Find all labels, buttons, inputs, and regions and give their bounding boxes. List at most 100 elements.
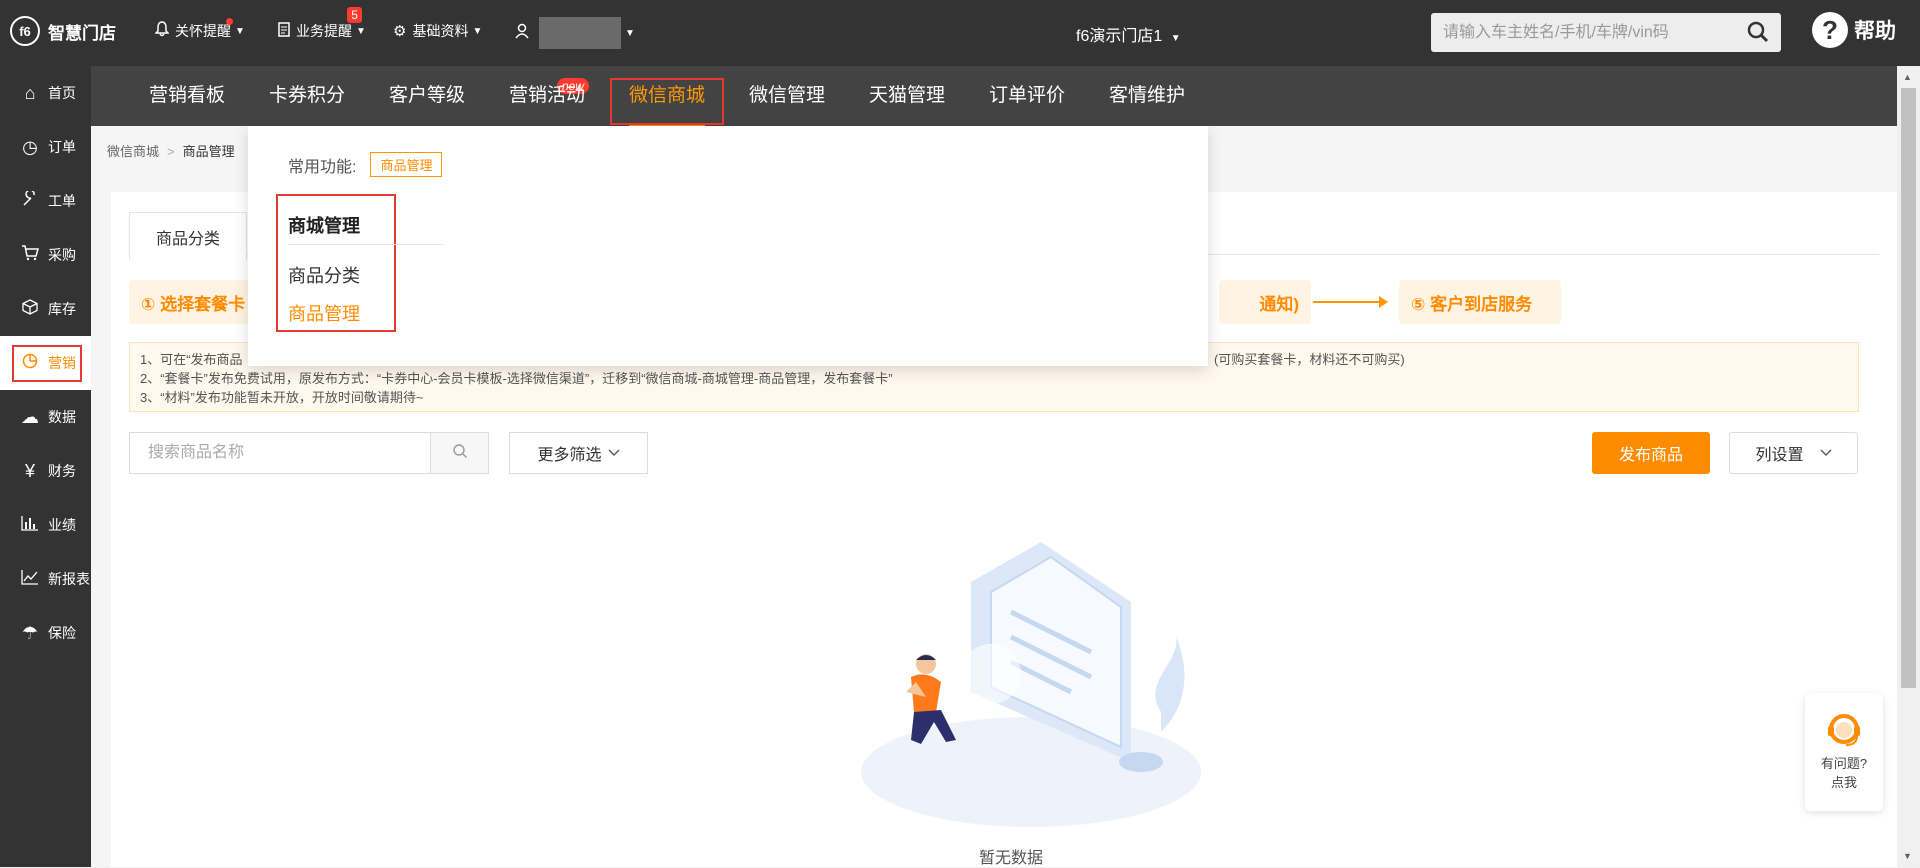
toolbar: 更多筛选 发布商品 列设置 (129, 432, 1879, 474)
common-tag-product-management[interactable]: 商品管理 (370, 152, 443, 177)
wechat-mall-dropdown: 常用功能: 商品管理 商城管理 商品分类 商品管理 (248, 126, 1208, 366)
chevron-down-icon (608, 444, 620, 462)
store-name: f6演示门店1 (1076, 28, 1163, 45)
sidebar-item-purchase[interactable]: 采购 (0, 228, 91, 282)
sidebar-item-workorders[interactable]: 工单 (0, 174, 91, 228)
empty-state-illustration (841, 542, 1221, 837)
sidebar-item-performance[interactable]: 业绩 (0, 498, 91, 552)
more-filter-button[interactable]: 更多筛选 (509, 432, 648, 474)
search-button[interactable] (430, 433, 488, 473)
flow-step-4-tail: 通知) (1219, 280, 1311, 324)
column-settings-label: 列设置 (1755, 447, 1804, 464)
yen-icon: ¥ (24, 460, 35, 481)
care-reminder-label: 关怀提醒 (175, 23, 231, 39)
breadcrumb-current: 商品管理 (182, 144, 235, 159)
sidebar-item-marketing[interactable]: 营销 (0, 336, 91, 390)
sidebar-item-orders[interactable]: ◷ 订单 (0, 120, 91, 174)
document-icon (278, 21, 290, 41)
tab-marketing-activities[interactable]: 营销活动 (509, 66, 585, 126)
help-button[interactable]: ? 帮助 (1812, 12, 1896, 48)
wrench-icon (18, 188, 42, 212)
search-icon[interactable] (1747, 21, 1769, 48)
scroll-down-icon[interactable]: ▼ (1903, 851, 1912, 861)
chevron-down-icon (1820, 444, 1832, 462)
tab-tmall-management[interactable]: 天猫管理 (869, 66, 945, 126)
sidebar-item-label: 库存 (48, 301, 76, 317)
tab-order-reviews[interactable]: 订单评价 (989, 66, 1065, 126)
pie-chart-icon (18, 353, 42, 374)
business-reminder-menu[interactable]: 业务提醒 5 ▼ (278, 7, 366, 41)
sidebar-item-label: 数据 (48, 409, 76, 425)
breadcrumb: 微信商城 > 商品管理 (107, 141, 235, 160)
scroll-up-icon[interactable]: ▲ (1903, 72, 1912, 82)
user-icon (515, 23, 529, 43)
floating-help-line-1: 有问题? (1820, 756, 1868, 771)
sidebar-item-finance[interactable]: ¥ 财务 (0, 444, 91, 498)
tab-wechat-management[interactable]: 微信管理 (749, 66, 825, 126)
flow-step-1: ① 选择套餐卡 (129, 280, 259, 324)
flow-step-5: ⑤ 客户到店服务 (1399, 280, 1561, 324)
sidebar: ⌂ 首页 ◷ 订单 工单 采购 库存 营销 ☁ 数据 ¥ 财务 业绩 新报表 ☂… (0, 66, 91, 867)
chevron-down-icon: ▼ (1170, 33, 1181, 44)
scrollbar[interactable]: ▲ ▼ (1897, 66, 1920, 867)
tab-customer-level[interactable]: 客户等级 (389, 66, 465, 126)
product-search (129, 432, 489, 474)
store-selector[interactable]: f6演示门店1 ▼ (1076, 22, 1181, 46)
global-search-input[interactable] (1431, 13, 1745, 52)
basic-data-label: 基础资料 (412, 23, 469, 39)
care-reminder-menu[interactable]: 关怀提醒 ▼ (154, 18, 245, 41)
tab-customer-relations[interactable]: 客情维护 (1109, 66, 1185, 126)
sidebar-item-label: 工单 (48, 193, 76, 209)
home-icon: ⌂ (24, 82, 36, 103)
logo[interactable]: f6 智慧门店 (10, 16, 116, 46)
tab-marketing-board[interactable]: 营销看板 (149, 66, 225, 126)
sidebar-item-label: 业绩 (48, 517, 76, 533)
search-icon (452, 443, 468, 464)
sidebar-item-label: 财务 (48, 463, 76, 479)
scroll-thumb[interactable] (1901, 88, 1916, 688)
column-settings-button[interactable]: 列设置 (1729, 432, 1858, 474)
breadcrumb-root[interactable]: 微信商城 (107, 144, 159, 159)
help-label: 帮助 (1854, 20, 1896, 43)
cart-icon (18, 244, 42, 266)
divider (288, 244, 444, 245)
line-chart-icon (18, 569, 42, 590)
sidebar-item-label: 保险 (48, 625, 76, 641)
sidebar-item-insurance[interactable]: ☂ 保险 (0, 606, 91, 660)
global-search (1431, 13, 1781, 52)
chevron-right-icon: > (167, 144, 175, 159)
sidebar-item-label: 营销 (48, 355, 76, 371)
logo-text: 智慧门店 (48, 23, 116, 43)
highlight-box (610, 78, 724, 125)
gear-icon: ⚙ (393, 23, 407, 40)
tab-product-category[interactable]: 商品分类 (129, 212, 247, 260)
notice-line-2: 2、“套餐卡”发布免费试用，原发布方式：“卡券中心-会员卡模板-选择微信渠道”，… (140, 371, 893, 386)
cloud-icon: ☁ (21, 406, 39, 427)
chevron-down-icon: ▼ (235, 25, 245, 37)
sidebar-item-data[interactable]: ☁ 数据 (0, 390, 91, 444)
publish-product-button[interactable]: 发布商品 (1592, 432, 1710, 474)
basic-data-menu[interactable]: ⚙ 基础资料 ▼ (393, 21, 482, 41)
common-functions-label: 常用功能: (288, 158, 357, 176)
user-menu[interactable]: ▼ (515, 17, 635, 49)
sidebar-item-home[interactable]: ⌂ 首页 (0, 66, 91, 120)
user-name-redacted (539, 17, 621, 49)
business-reminder-badge: 5 (347, 7, 362, 23)
business-reminder-label: 业务提醒 (296, 23, 352, 39)
sidebar-item-new-reports[interactable]: 新报表 (0, 552, 91, 606)
top-bar: f6 智慧门店 关怀提醒 ▼ 业务提醒 5 ▼ ⚙ 基础资料 ▼ ▼ f6演示门… (0, 0, 1920, 66)
floating-help-button[interactable]: 有问题? 点我 (1805, 693, 1883, 811)
box-icon (18, 298, 42, 320)
question-icon: ? (1812, 12, 1848, 48)
tab-coupons-points[interactable]: 卡券积分 (269, 66, 345, 126)
floating-help-line-2: 点我 (1830, 775, 1857, 790)
dropdown-link-product-management[interactable]: 商品管理 (288, 300, 360, 326)
dropdown-link-product-category[interactable]: 商品分类 (288, 262, 360, 288)
sidebar-item-label: 订单 (48, 139, 76, 155)
bar-chart-icon (18, 515, 42, 536)
flow-arrow (1313, 301, 1379, 303)
umbrella-icon: ☂ (21, 622, 39, 643)
product-search-input[interactable] (130, 433, 430, 473)
sidebar-item-inventory[interactable]: 库存 (0, 282, 91, 336)
chevron-down-icon: ▼ (625, 27, 635, 39)
